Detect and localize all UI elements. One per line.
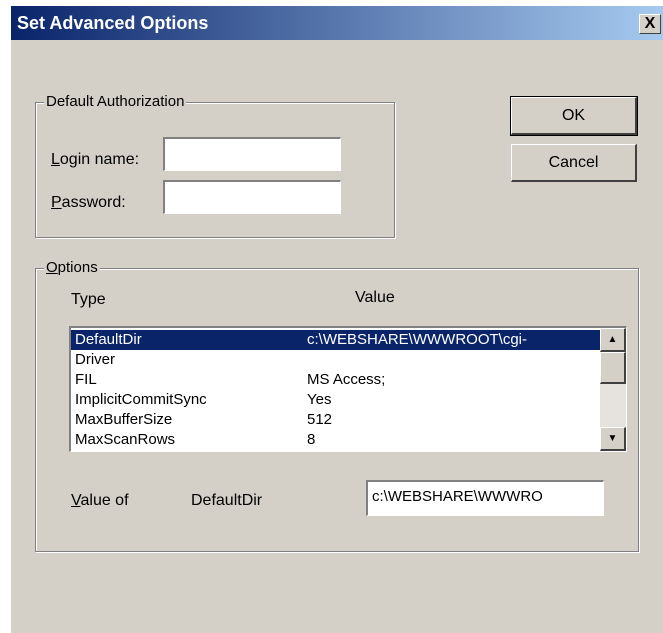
scrollbar-thumb[interactable] [600,352,626,384]
default-authorization-legend: Default Authorization [44,93,187,110]
arrow-up-icon[interactable]: ▲ [600,328,626,352]
list-item-type: Driver [75,351,115,368]
list-item-type: DefaultDir [75,331,142,348]
list-item-value: MS Access; [307,371,386,388]
list-item[interactable]: DefaultDir c:\WEBSHARE\WWWROOT\cgi- [71,330,601,350]
list-item-type: ImplicitCommitSync [75,391,207,408]
title-bar[interactable]: Set Advanced Options X [11,6,663,40]
login-name-input[interactable] [163,137,341,171]
value-of-name: DefaultDir [191,492,263,509]
list-item-value: 512 [307,411,333,428]
options-listbox[interactable]: DefaultDir c:\WEBSHARE\WWWROOT\cgi- Driv… [69,326,627,452]
list-item-value: Yes [307,391,332,408]
list-item-type: FIL [75,371,97,388]
list-item-value: c:\WEBSHARE\WWWROOT\cgi- [307,331,527,348]
login-name-label: Login name: [51,151,140,168]
vertical-scrollbar[interactable]: ▲ ▼ [600,328,626,451]
list-item-type: MaxBufferSize [75,411,173,428]
ok-button[interactable]: OK [510,96,638,136]
password-input[interactable] [163,180,341,214]
dialog-title: Set Advanced Options [17,13,209,33]
options-legend: Options [44,259,100,276]
close-button[interactable]: X [639,14,661,34]
list-item-type: MaxScanRows [75,431,176,448]
arrow-down-icon[interactable]: ▼ [600,427,626,451]
value-column-header: Value [355,289,395,306]
set-advanced-options-dialog: Set Advanced Options X Default Authoriza… [11,6,663,633]
type-column-header: Type [71,291,106,308]
value-of-input[interactable]: c:\WEBSHARE\WWWRO [366,480,604,516]
password-label: Password: [51,194,126,211]
value-of-label: Value of [71,492,129,509]
cancel-button[interactable]: Cancel [511,144,637,182]
list-item-value: 8 [307,431,316,448]
